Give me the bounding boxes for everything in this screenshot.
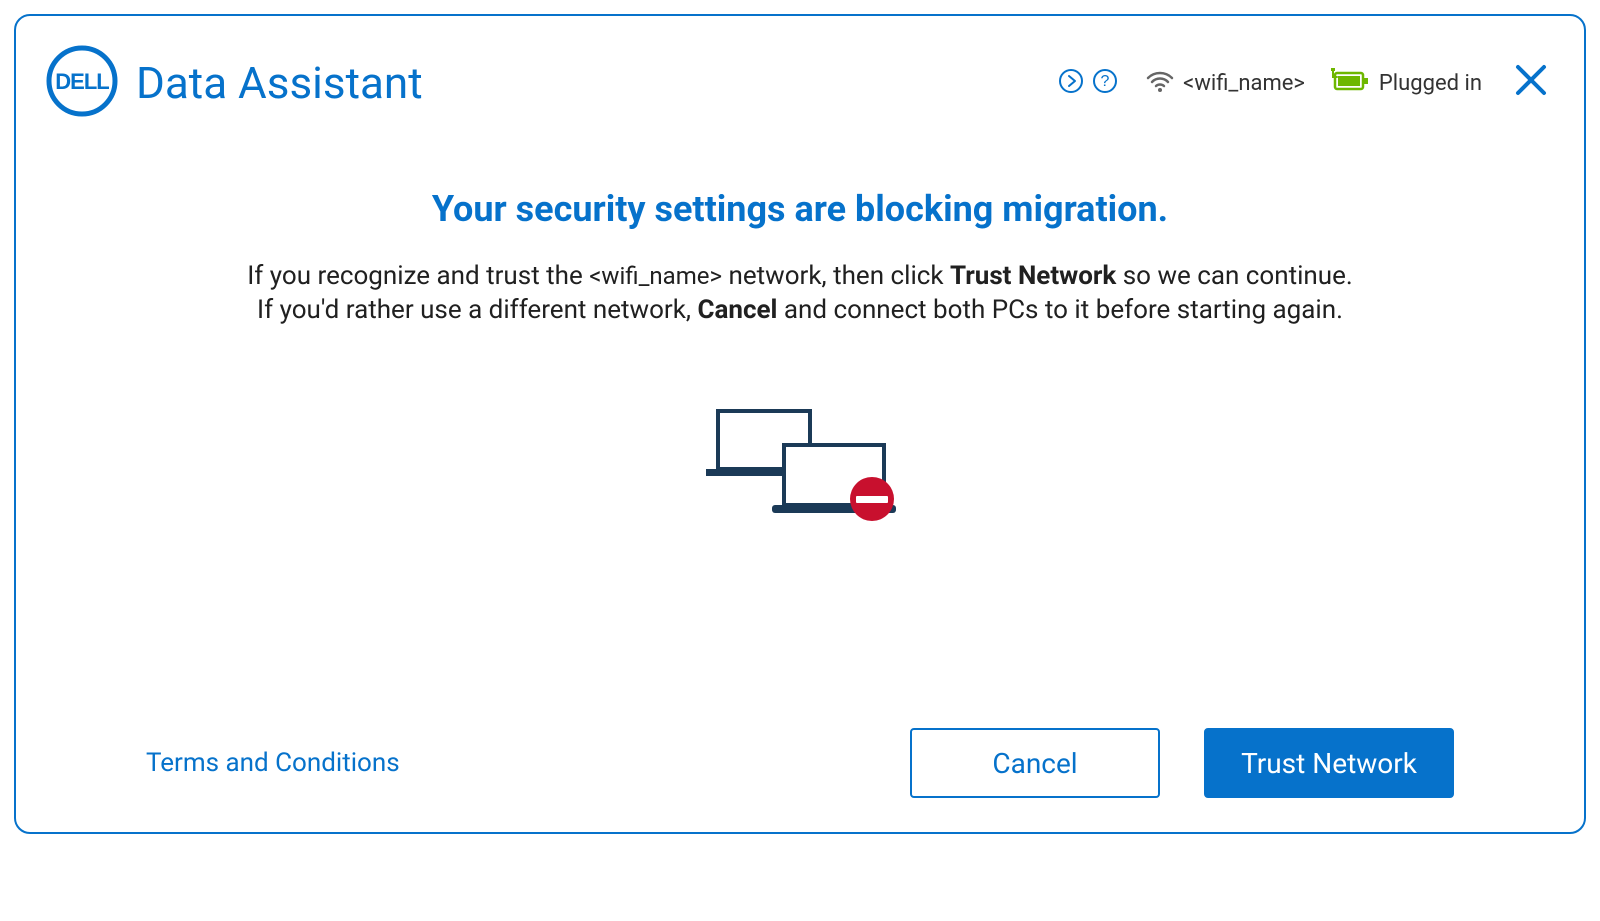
title-bar-right: ? <wifi_name> — [1057, 63, 1554, 104]
body-line-1: If you recognize and trust the <wifi_nam… — [247, 260, 1353, 294]
trust-network-button[interactable]: Trust Network — [1204, 728, 1454, 798]
body-text: If you recognize and trust the <wifi_nam… — [247, 260, 1353, 328]
title-bar: DELL Data Assistant ? — [16, 16, 1584, 128]
help-circle-icon[interactable]: ? — [1091, 67, 1119, 99]
wifi-icon — [1145, 66, 1175, 100]
wifi-name-label: <wifi_name> — [1183, 71, 1305, 96]
close-icon[interactable] — [1508, 63, 1554, 104]
svg-text:?: ? — [1101, 73, 1110, 90]
battery-plugged-icon — [1331, 68, 1371, 98]
footer: Terms and Conditions Cancel Trust Networ… — [16, 728, 1584, 798]
next-circle-icon[interactable] — [1057, 67, 1085, 99]
app-title: Data Assistant — [136, 57, 423, 109]
body-line-2: If you'd rather use a different network,… — [247, 294, 1353, 328]
footer-buttons: Cancel Trust Network — [910, 728, 1454, 798]
power-status: Plugged in — [1331, 68, 1482, 98]
page-heading: Your security settings are blocking migr… — [432, 188, 1168, 230]
main-content: Your security settings are blocking migr… — [16, 128, 1584, 832]
dell-logo-icon: DELL — [46, 45, 118, 121]
svg-text:DELL: DELL — [55, 69, 109, 94]
terms-link[interactable]: Terms and Conditions — [146, 748, 400, 778]
two-laptops-blocked-icon — [700, 403, 900, 537]
cancel-button[interactable]: Cancel — [910, 728, 1160, 798]
header-action-icons: ? — [1057, 67, 1119, 99]
power-status-label: Plugged in — [1379, 71, 1482, 96]
app-window: DELL Data Assistant ? — [14, 14, 1586, 834]
wifi-status: <wifi_name> — [1145, 66, 1305, 100]
brand: DELL Data Assistant — [46, 45, 423, 121]
wifi-name-inline: <wifi_name> — [589, 262, 722, 290]
